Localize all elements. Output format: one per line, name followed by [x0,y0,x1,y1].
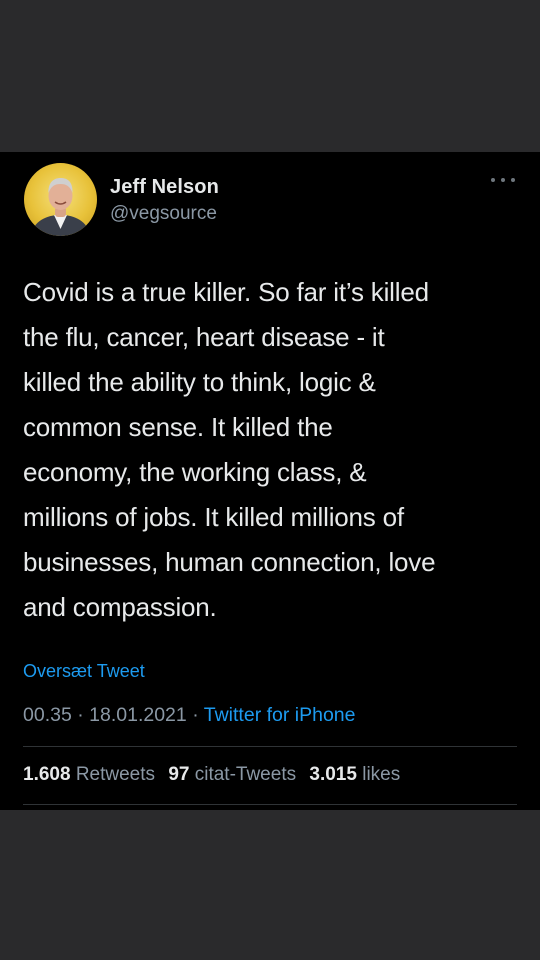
more-dot [511,178,515,182]
avatar-image [30,178,91,236]
author-handle[interactable]: @vegsource [110,203,217,225]
tweet-text-line: Covid is a true killer. So far it’s kill… [23,277,429,307]
tweet-text-line: and compassion. [23,592,217,622]
tweet-text-line: millions of jobs. It killed millions of [23,502,404,532]
tweet-text-line: businesses, human connection, love [23,547,436,577]
likes-label: likes [362,764,401,785]
translate-tweet-link[interactable]: Oversæt Tweet [23,661,145,682]
quotes-stat[interactable]: 97 citat-Tweets [168,764,296,785]
author-name[interactable]: Jeff Nelson [110,176,219,199]
more-dot [491,178,495,182]
tweet-text-line: the flu, cancer, heart disease - it [23,322,385,352]
tweet-text-line: killed the ability to think, logic & [23,367,376,397]
tweet-date: 18.01.2021 [89,704,187,726]
divider [23,804,517,805]
quotes-label: citat-Tweets [194,764,297,785]
likes-count: 3.015 [309,764,357,785]
avatar[interactable] [24,163,97,236]
retweets-count: 1.608 [23,764,71,785]
tweet-text-line: common sense. It killed the [23,412,333,442]
tweet-text: Covid is a true killer. So far it’s kill… [23,270,523,630]
tweet-meta: 00.35 · 18.01.2021 · Twitter for iPhone [23,704,356,727]
more-dot [501,178,505,182]
tweet-stats: 1.608 Retweets 97 citat-Tweets 3.015 lik… [23,764,400,786]
retweets-stat[interactable]: 1.608 Retweets [23,764,155,785]
quotes-count: 97 [168,764,190,785]
tweet-source-link[interactable]: Twitter for iPhone [204,704,356,726]
meta-separator: · [192,704,199,726]
meta-separator: · [77,704,84,726]
likes-stat[interactable]: 3.015 likes [309,764,400,785]
more-horizontal-icon[interactable] [488,170,518,190]
divider [23,746,517,747]
tweet-time: 00.35 [23,704,72,726]
tweet-text-line: economy, the working class, & [23,457,367,487]
retweets-label: Retweets [75,764,156,785]
screenshot-page: Jeff Nelson @vegsource Covid is a true k… [0,0,540,960]
